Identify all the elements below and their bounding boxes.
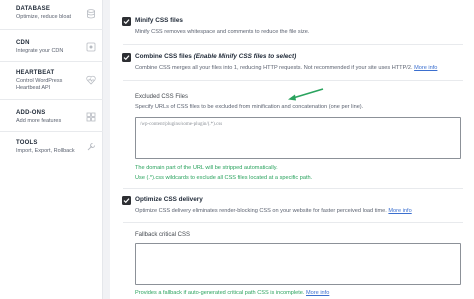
fallback-critical-css-note: Provides a fallback if auto-generated cr… bbox=[135, 290, 329, 296]
database-icon bbox=[86, 9, 96, 19]
sidebar-item-desc: Integrate your CDN bbox=[16, 48, 64, 54]
combine-css-title: Combine CSS files (Enable Minify CSS fil… bbox=[135, 53, 296, 60]
settings-sidebar: DATABASE Optimize, reduce bloat CDN Inte… bbox=[0, 0, 103, 299]
fallback-critical-css-textarea[interactable] bbox=[135, 243, 461, 285]
heartbeat-icon bbox=[86, 75, 96, 85]
checkmark-icon bbox=[123, 198, 130, 204]
sidebar-item-cdn[interactable]: CDN Integrate your CDN bbox=[0, 30, 103, 62]
annotation-arrow-icon bbox=[288, 88, 324, 101]
divider bbox=[123, 80, 463, 81]
minify-css-checkbox[interactable] bbox=[122, 17, 131, 26]
addons-icon bbox=[86, 112, 96, 122]
combine-css-checkbox[interactable] bbox=[122, 53, 131, 62]
combine-css-desc-text: Combine CSS merges all your files into 1… bbox=[135, 65, 413, 71]
excluded-css-note-wildcard: Use (.*).css wildcards to exclude all CS… bbox=[135, 175, 313, 181]
sidebar-item-heartbeat[interactable]: HEARTBEAT Control WordPress Heartbeat AP… bbox=[0, 62, 103, 100]
sidebar-item-desc: Add more features bbox=[16, 118, 62, 124]
optimize-more-info-link[interactable]: More info bbox=[388, 208, 411, 214]
combine-css-title-hint: (Enable Minify CSS files to select) bbox=[193, 53, 297, 60]
sidebar-item-addons[interactable]: ADD-ONS Add more features bbox=[0, 100, 103, 132]
fallback-note-text: Provides a fallback if auto-generated cr… bbox=[135, 290, 305, 296]
optimize-css-delivery-desc-text: Optimize CSS delivery eliminates render-… bbox=[135, 208, 387, 214]
excluded-css-label: Excluded CSS Files bbox=[135, 94, 189, 100]
sidebar-item-title: DATABASE bbox=[16, 6, 51, 12]
checkmark-icon bbox=[123, 19, 130, 25]
sidebar-item-title: HEARTBEAT bbox=[16, 70, 55, 76]
combine-css-title-text: Combine CSS files bbox=[135, 53, 192, 60]
sidebar-item-desc: Import, Export, Rollback bbox=[16, 148, 75, 154]
excluded-css-note-domain: The domain part of the URL will be strip… bbox=[135, 165, 278, 171]
sidebar-item-title: ADD-ONS bbox=[16, 110, 46, 116]
minify-css-desc: Minify CSS removes whitespace and commen… bbox=[135, 29, 310, 35]
cdn-icon bbox=[86, 42, 96, 52]
divider bbox=[123, 188, 463, 189]
optimize-css-delivery-title: Optimize CSS delivery bbox=[135, 196, 203, 203]
sidebar-item-desc: Control WordPress Heartbeat API bbox=[16, 78, 63, 91]
fallback-critical-css-label: Fallback critical CSS bbox=[135, 232, 191, 238]
fallback-more-info-link[interactable]: More info bbox=[306, 290, 329, 296]
sidebar-item-database[interactable]: DATABASE Optimize, reduce bloat bbox=[0, 0, 103, 30]
excluded-css-placeholder: /wp-content/plugins/some-plugin/(.*).css bbox=[140, 122, 223, 127]
excluded-css-textarea[interactable]: /wp-content/plugins/some-plugin/(.*).css bbox=[135, 117, 461, 159]
combine-css-desc: Combine CSS merges all your files into 1… bbox=[135, 65, 437, 71]
tools-icon bbox=[86, 142, 96, 152]
combine-more-info-link[interactable]: More info bbox=[414, 65, 437, 71]
sidebar-item-desc: Optimize, reduce bloat bbox=[16, 14, 72, 20]
file-optimization-panel: Minify CSS files Minify CSS removes whit… bbox=[110, 0, 474, 299]
sidebar-item-title: TOOLS bbox=[16, 140, 38, 146]
excluded-css-desc: Specify URLs of CSS files to be excluded… bbox=[135, 104, 364, 110]
divider bbox=[123, 44, 463, 45]
optimize-css-delivery-desc: Optimize CSS delivery eliminates render-… bbox=[135, 208, 412, 214]
sidebar-item-tools[interactable]: TOOLS Import, Export, Rollback bbox=[0, 132, 103, 162]
divider bbox=[123, 222, 463, 223]
checkmark-icon bbox=[123, 55, 130, 61]
minify-css-title: Minify CSS files bbox=[135, 17, 183, 24]
optimize-css-delivery-checkbox[interactable] bbox=[122, 196, 131, 205]
sidebar-item-title: CDN bbox=[16, 40, 30, 46]
